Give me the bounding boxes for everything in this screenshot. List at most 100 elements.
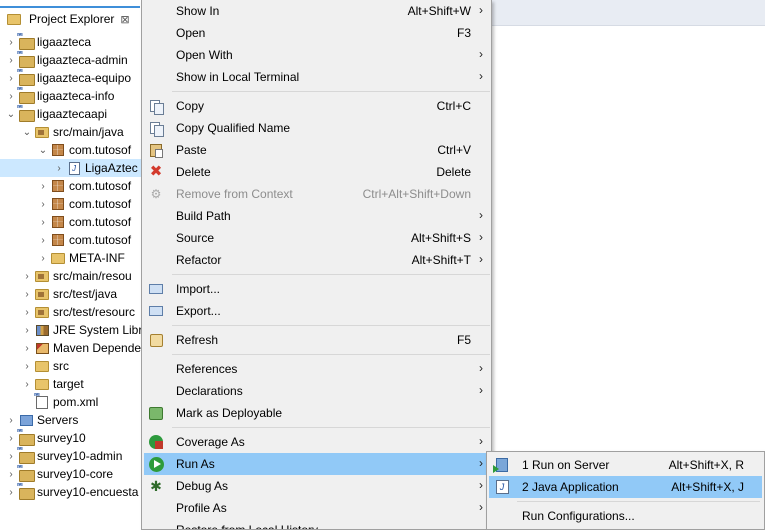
menu-item-coverage-as[interactable]: Coverage As › bbox=[144, 431, 489, 453]
menu-item-paste[interactable]: Paste Ctrl+V bbox=[144, 139, 489, 161]
tree-item[interactable]: ⌄ com.tutosof bbox=[0, 141, 141, 159]
tree-item[interactable]: › com.tutosof bbox=[0, 213, 141, 231]
chevron-right-icon[interactable]: › bbox=[36, 249, 50, 267]
menu-item-label: References bbox=[176, 362, 238, 376]
menu-item-label: Build Path bbox=[176, 209, 231, 223]
chevron-right-icon[interactable]: › bbox=[36, 231, 50, 249]
tree-item[interactable]: › Servers bbox=[0, 411, 141, 429]
tree-item[interactable]: › survey10 bbox=[0, 429, 141, 447]
project-explorer-tab[interactable]: Project Explorer ⊠ bbox=[0, 6, 140, 30]
tree-item[interactable]: › target bbox=[0, 375, 141, 393]
menu-item-profile-as[interactable]: Profile As › bbox=[144, 497, 489, 519]
tree-item-label: com.tutosof bbox=[69, 179, 132, 193]
tree-item[interactable]: ⌄ ligaaztecaapi bbox=[0, 105, 141, 123]
source-folder-icon bbox=[34, 124, 50, 140]
submenu-item-run-configurations[interactable]: Run Configurations... bbox=[489, 505, 762, 527]
menu-item-shortcut: Ctrl+Alt+Shift+Down bbox=[362, 187, 471, 201]
tree-item[interactable]: › survey10-admin bbox=[0, 447, 141, 465]
menu-item-copy[interactable]: Copy Ctrl+C bbox=[144, 95, 489, 117]
tree-item[interactable]: › com.tutosof bbox=[0, 177, 141, 195]
chevron-right-icon[interactable]: › bbox=[20, 375, 34, 393]
submenu-item-shortcut: Alt+Shift+X, J bbox=[671, 480, 744, 494]
tree-item[interactable]: › Maven Depende bbox=[0, 339, 141, 357]
tree-item[interactable]: ⌄ src/main/java bbox=[0, 123, 141, 141]
chevron-right-icon[interactable]: › bbox=[20, 321, 34, 339]
chevron-right-icon[interactable]: › bbox=[4, 33, 18, 51]
tree-item[interactable]: › ligaazteca-admin bbox=[0, 51, 141, 69]
chevron-down-icon[interactable]: ⌄ bbox=[20, 123, 34, 141]
tree-item[interactable]: › src/main/resou bbox=[0, 267, 141, 285]
menu-item-label: Refresh bbox=[176, 333, 219, 347]
menu-item-declarations[interactable]: Declarations › bbox=[144, 380, 489, 402]
chevron-right-icon[interactable]: › bbox=[20, 303, 34, 321]
maven-project-icon bbox=[17, 33, 35, 50]
folder-icon bbox=[34, 376, 50, 392]
tree-item[interactable]: › src/test/resourc bbox=[0, 303, 141, 321]
chevron-right-icon[interactable]: › bbox=[4, 69, 18, 87]
menu-item-show-in-local-terminal[interactable]: Show in Local Terminal › bbox=[144, 66, 489, 88]
chevron-right-icon[interactable]: › bbox=[36, 177, 50, 195]
chevron-right-icon[interactable]: › bbox=[4, 465, 18, 483]
maven-library-icon bbox=[34, 340, 50, 356]
menu-item-label: Profile As bbox=[176, 501, 227, 515]
chevron-right-icon[interactable]: › bbox=[20, 339, 34, 357]
menu-item-import[interactable]: Import... bbox=[144, 278, 489, 300]
tree-item[interactable]: › survey10-encuesta bbox=[0, 483, 141, 501]
chevron-right-icon[interactable]: › bbox=[20, 357, 34, 375]
chevron-right-icon[interactable]: › bbox=[36, 213, 50, 231]
menu-item-open[interactable]: Open F3 bbox=[144, 22, 489, 44]
tree-item-label: src/main/resou bbox=[53, 269, 132, 283]
submenu-item-2-java-application[interactable]: J 2 Java Application Alt+Shift+X, J bbox=[489, 476, 762, 498]
tree-item[interactable]: › survey10-core bbox=[0, 465, 141, 483]
submenu-item-1-run-on-server[interactable]: 1 Run on Server Alt+Shift+X, R bbox=[489, 454, 762, 476]
menu-item-open-with[interactable]: Open With › bbox=[144, 44, 489, 66]
context-menu: Show In Alt+Shift+W › Open F3 Open With › Show … bbox=[141, 0, 492, 530]
menu-item-mark-as-deployable[interactable]: Mark as Deployable bbox=[144, 402, 489, 424]
submenu-item-shortcut: Alt+Shift+X, R bbox=[668, 458, 744, 472]
chevron-right-icon[interactable]: › bbox=[4, 411, 18, 429]
menu-item-source[interactable]: Source Alt+Shift+S › bbox=[144, 227, 489, 249]
menu-item-show-in[interactable]: Show In Alt+Shift+W › bbox=[144, 0, 489, 22]
chevron-right-icon[interactable]: › bbox=[36, 195, 50, 213]
menu-item-build-path[interactable]: Build Path › bbox=[144, 205, 489, 227]
chevron-right-icon[interactable]: › bbox=[4, 429, 18, 447]
chevron-right-icon[interactable]: › bbox=[52, 159, 66, 177]
menu-item-copy-qualified-name[interactable]: Copy Qualified Name bbox=[144, 117, 489, 139]
chevron-right-icon[interactable]: › bbox=[20, 285, 34, 303]
submenu-arrow-icon: › bbox=[479, 478, 483, 492]
tree-item[interactable]: › src bbox=[0, 357, 141, 375]
menu-item-debug-as[interactable]: ✱ Debug As › bbox=[144, 475, 489, 497]
tree-item[interactable]: › META-INF bbox=[0, 249, 141, 267]
chevron-right-icon[interactable]: › bbox=[20, 267, 34, 285]
tree-item[interactable]: › src/test/java bbox=[0, 285, 141, 303]
tree-item[interactable]: pom.xml bbox=[0, 393, 141, 411]
tree-item[interactable]: › ligaazteca-equipo bbox=[0, 69, 141, 87]
close-icon[interactable]: ⊠ bbox=[120, 13, 129, 26]
menu-item-refresh[interactable]: Refresh F5 bbox=[144, 329, 489, 351]
menu-item-delete[interactable]: ✖ Delete Delete bbox=[144, 161, 489, 183]
tree-item[interactable]: › com.tutosof bbox=[0, 195, 141, 213]
project-explorer-icon bbox=[6, 11, 22, 27]
tree-item[interactable]: › ligaazteca-info bbox=[0, 87, 141, 105]
menu-item-references[interactable]: References › bbox=[144, 358, 489, 380]
tree-item[interactable]: › ligaazteca bbox=[0, 33, 141, 51]
chevron-down-icon[interactable]: ⌄ bbox=[4, 105, 18, 123]
menu-item-restore-from-local-history[interactable]: Restore from Local History... bbox=[144, 519, 489, 529]
menu-item-run-as[interactable]: Run As › bbox=[144, 453, 489, 475]
chevron-right-icon[interactable]: › bbox=[4, 51, 18, 69]
menu-item-export[interactable]: Export... bbox=[144, 300, 489, 322]
copy-qualified-name-icon bbox=[148, 120, 164, 137]
chevron-down-icon[interactable]: ⌄ bbox=[36, 141, 50, 159]
tree-item[interactable]: › JRE System Libr bbox=[0, 321, 141, 339]
menu-item-refactor[interactable]: Refactor Alt+Shift+T › bbox=[144, 249, 489, 271]
source-folder-icon bbox=[34, 268, 50, 284]
chevron-right-icon[interactable]: › bbox=[4, 87, 18, 105]
project-explorer-panel: Project Explorer ⊠ › ligaazteca › ligaaztec… bbox=[0, 0, 142, 530]
chevron-right-icon[interactable]: › bbox=[4, 483, 18, 501]
remove-from-context-icon: ⚙ bbox=[150, 187, 162, 201]
menu-item-label: Show in Local Terminal bbox=[176, 70, 300, 84]
tree-item[interactable]: › com.tutosof bbox=[0, 231, 141, 249]
tree-item[interactable]: › J LigaAztec bbox=[0, 159, 141, 177]
run-icon bbox=[148, 456, 164, 472]
chevron-right-icon[interactable]: › bbox=[4, 447, 18, 465]
